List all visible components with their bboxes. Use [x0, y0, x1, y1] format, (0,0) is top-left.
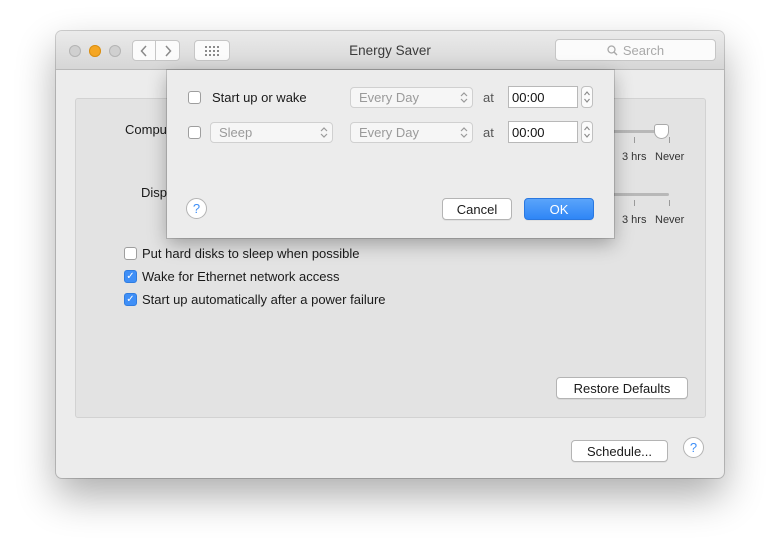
- sleep-event-value: Sleep: [219, 125, 253, 140]
- restore-defaults-button[interactable]: Restore Defaults: [556, 377, 688, 399]
- updown-arrows-icon: [584, 126, 590, 138]
- slider-label-never: Never: [655, 214, 685, 226]
- search-icon: [607, 44, 618, 55]
- sleep-event-popup[interactable]: Sleep: [210, 122, 333, 143]
- schedule-sheet: Start up or wake Every Day at 00:00 Slee…: [167, 70, 614, 238]
- display-sleep-label: Disp: [141, 185, 168, 200]
- search-field[interactable]: Search: [555, 39, 716, 61]
- hard-disk-sleep-checkbox[interactable]: [124, 247, 137, 260]
- updown-arrows-icon: [320, 127, 328, 138]
- updown-arrows-icon: [460, 92, 468, 103]
- checkmark-icon: ✓: [126, 294, 135, 305]
- titlebar: Energy Saver Search: [56, 31, 724, 70]
- startup-wake-label: Start up or wake: [212, 90, 307, 105]
- cancel-button[interactable]: Cancel: [442, 198, 512, 220]
- display-sleep-slider-track[interactable]: [613, 193, 669, 196]
- startup-time-stepper[interactable]: [581, 86, 593, 108]
- auto-startup-option[interactable]: ✓ Start up automatically after a power f…: [124, 292, 386, 307]
- sheet-help-button[interactable]: ?: [186, 198, 207, 219]
- slider-tick: [634, 137, 635, 143]
- wake-ethernet-option[interactable]: ✓ Wake for Ethernet network access: [124, 269, 340, 284]
- ok-button[interactable]: OK: [524, 198, 594, 220]
- computer-sleep-label: Compu: [125, 122, 167, 137]
- help-button[interactable]: ?: [683, 437, 704, 458]
- at-label: at: [483, 90, 494, 105]
- sleep-time-field[interactable]: 00:00: [508, 121, 578, 143]
- search-placeholder: Search: [622, 42, 665, 58]
- sleep-frequency-popup[interactable]: Every Day: [350, 122, 473, 143]
- slider-tick: [634, 200, 635, 206]
- checkmark-icon: ✓: [126, 271, 135, 282]
- computer-sleep-slider-thumb[interactable]: [654, 124, 669, 139]
- slider-tick: [669, 137, 670, 143]
- at-label: at: [483, 125, 494, 140]
- startup-wake-checkbox[interactable]: [188, 91, 201, 104]
- startup-frequency-value: Every Day: [359, 90, 419, 105]
- auto-startup-label: Start up automatically after a power fai…: [142, 292, 386, 307]
- updown-arrows-icon: [460, 127, 468, 138]
- schedule-button[interactable]: Schedule...: [571, 440, 668, 462]
- sleep-frequency-value: Every Day: [359, 125, 419, 140]
- hard-disk-sleep-option[interactable]: Put hard disks to sleep when possible: [124, 246, 360, 261]
- updown-arrows-icon: [584, 91, 590, 103]
- sleep-time-stepper[interactable]: [581, 121, 593, 143]
- startup-time-field[interactable]: 00:00: [508, 86, 578, 108]
- slider-label-3hrs: 3 hrs: [622, 214, 647, 226]
- hard-disk-sleep-label: Put hard disks to sleep when possible: [142, 246, 360, 261]
- auto-startup-checkbox[interactable]: ✓: [124, 293, 137, 306]
- wake-ethernet-label: Wake for Ethernet network access: [142, 269, 340, 284]
- startup-frequency-popup[interactable]: Every Day: [350, 87, 473, 108]
- slider-label-never: Never: [655, 151, 685, 163]
- wake-ethernet-checkbox[interactable]: ✓: [124, 270, 137, 283]
- slider-tick: [669, 200, 670, 206]
- sleep-checkbox[interactable]: [188, 126, 201, 139]
- slider-label-3hrs: 3 hrs: [622, 151, 647, 163]
